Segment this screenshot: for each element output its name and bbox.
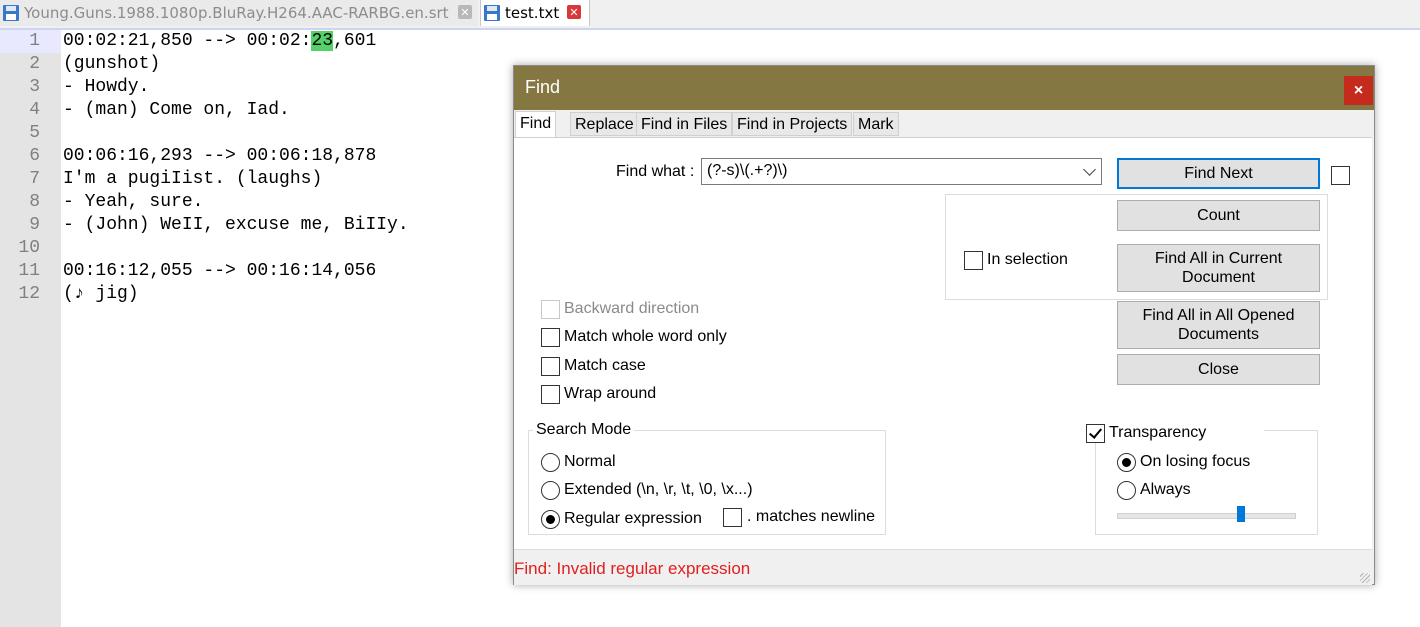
search-match-highlight: 23 xyxy=(311,31,334,51)
line-number: 7 xyxy=(29,169,40,189)
match-case-checkbox[interactable] xyxy=(541,357,560,376)
count-button[interactable]: Count xyxy=(1117,200,1320,231)
close-tab-icon[interactable]: ✕ xyxy=(567,5,581,19)
close-tab-icon[interactable]: ✕ xyxy=(458,5,472,19)
tab-find-in-files[interactable]: Find in Files xyxy=(636,112,733,136)
status-message: Find: Invalid regular expression xyxy=(514,559,751,578)
line-number: 10 xyxy=(18,238,40,258)
editor-line[interactable]: - Yeah, sure. xyxy=(63,191,203,214)
dialog-title-bar[interactable]: Find × xyxy=(514,66,1374,110)
tab-label: Young.Guns.1988.1080p.BluRay.H264.AAC-RA… xyxy=(24,4,449,22)
transparency-slider-thumb[interactable] xyxy=(1237,506,1245,522)
normal-radio[interactable] xyxy=(541,453,560,472)
floppy-disk-icon xyxy=(2,4,20,22)
transparency-label: Transparency xyxy=(1109,424,1207,441)
match-case-label: Match case xyxy=(564,357,646,374)
line-text: 00:02:21,850 --> 00:02: xyxy=(63,31,312,51)
editor-line[interactable]: (♪ jig) xyxy=(63,283,139,306)
editor-line[interactable]: 00:02:21,850 --> 00:02:23,601 xyxy=(63,30,376,53)
tab-test-txt[interactable]: test.txt ✕ xyxy=(480,0,590,26)
match-whole-word-label: Match whole word only xyxy=(564,328,727,345)
editor-line[interactable]: - Howdy. xyxy=(63,76,149,99)
editor-line[interactable]: (gunshot) xyxy=(63,53,160,76)
wrap-around-checkbox[interactable] xyxy=(541,385,560,404)
transparency-slider[interactable] xyxy=(1117,513,1296,519)
editor-line[interactable]: - (John) WeII, excuse me, BiIIy. xyxy=(63,214,409,237)
extended-label: Extended (\n, \r, \t, \0, \x...) xyxy=(564,481,753,498)
transparency-checkbox[interactable] xyxy=(1086,424,1105,443)
tab-find[interactable]: Find xyxy=(515,111,557,138)
regex-label: Regular expression xyxy=(564,510,702,527)
line-number: 8 xyxy=(29,192,40,212)
find-what-label: Find what : xyxy=(616,163,695,180)
find-all-current-button[interactable]: Find All in Current Document xyxy=(1117,244,1320,292)
wrap-around-label: Wrap around xyxy=(564,385,657,402)
extended-radio[interactable] xyxy=(541,481,560,500)
match-whole-word-checkbox[interactable] xyxy=(541,328,560,347)
dot-matches-newline-checkbox[interactable] xyxy=(723,508,742,527)
close-button[interactable]: Close xyxy=(1117,354,1320,385)
line-text: ,601 xyxy=(333,31,377,51)
editor-line[interactable]: I'm a pugiIist. (laughs) xyxy=(63,168,322,191)
dialog-checkbox[interactable] xyxy=(1331,166,1350,185)
tab-srt-file[interactable]: Young.Guns.1988.1080p.BluRay.H264.AAC-RA… xyxy=(0,0,478,26)
tab-replace[interactable]: Replace xyxy=(570,112,639,136)
always-radio[interactable] xyxy=(1117,481,1136,500)
find-what-input[interactable]: (?-s)\(.+?)\) xyxy=(701,158,1102,185)
in-selection-checkbox[interactable] xyxy=(964,251,983,270)
dialog-status-bar: Find: Invalid regular expression xyxy=(514,549,1372,585)
dialog-tabs: Find Replace Find in Files Find in Proje… xyxy=(514,111,1374,138)
tab-mark[interactable]: Mark xyxy=(853,112,899,136)
find-all-opened-button[interactable]: Find All in All Opened Documents xyxy=(1117,301,1320,349)
line-number: 11 xyxy=(18,261,40,281)
find-dialog: Find × Find Replace Find in Files Find i… xyxy=(513,65,1375,585)
line-number: 6 xyxy=(29,146,40,166)
on-losing-focus-label: On losing focus xyxy=(1140,453,1251,470)
floppy-disk-icon xyxy=(483,4,501,22)
find-what-value: (?-s)\(.+?)\) xyxy=(707,162,788,179)
backward-direction-checkbox xyxy=(541,300,560,319)
regex-radio[interactable] xyxy=(541,510,560,529)
backward-direction-label: Backward direction xyxy=(564,300,700,317)
chevron-down-icon[interactable] xyxy=(1083,163,1096,176)
resize-grip-icon[interactable] xyxy=(1360,573,1370,583)
editor-line[interactable]: 00:06:16,293 --> 00:06:18,878 xyxy=(63,145,376,168)
find-next-button[interactable]: Find Next xyxy=(1117,158,1320,189)
line-number: 4 xyxy=(29,100,40,120)
line-number: 2 xyxy=(29,54,40,74)
tab-find-in-projects[interactable]: Find in Projects xyxy=(732,112,853,136)
close-icon[interactable]: × xyxy=(1344,76,1373,105)
find-panel: Find what : (?-s)\(.+?)\) Find Next Coun… xyxy=(514,137,1372,549)
normal-label: Normal xyxy=(564,453,616,470)
tab-label: test.txt xyxy=(505,4,560,22)
in-selection-label: In selection xyxy=(987,251,1068,268)
always-label: Always xyxy=(1140,481,1191,498)
tab-bar: Young.Guns.1988.1080p.BluRay.H264.AAC-RA… xyxy=(0,0,1420,30)
line-number: 3 xyxy=(29,77,40,97)
on-losing-focus-radio[interactable] xyxy=(1117,453,1136,472)
dialog-title: Find xyxy=(525,77,561,97)
dot-matches-newline-label: . matches newline xyxy=(747,508,876,525)
editor-line[interactable]: 00:16:12,055 --> 00:16:14,056 xyxy=(63,260,376,283)
line-number: 5 xyxy=(29,123,40,143)
line-number: 1 xyxy=(29,31,40,51)
line-number: 12 xyxy=(18,284,40,304)
search-mode-title: Search Mode xyxy=(533,421,635,439)
line-number: 9 xyxy=(29,215,40,235)
editor-line[interactable]: - (man) Come on, Iad. xyxy=(63,99,290,122)
